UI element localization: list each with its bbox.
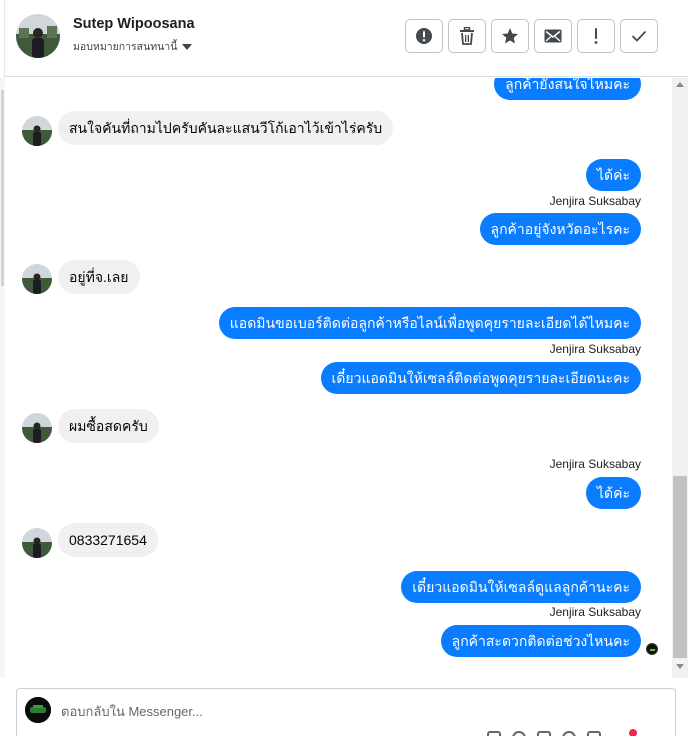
delete-button[interactable] <box>448 19 486 53</box>
action-toolbar <box>405 19 658 53</box>
attachment-icon[interactable] <box>487 731 501 736</box>
scroll-thumb[interactable] <box>673 476 687 658</box>
sender-name: Jenjira Suksabay <box>549 457 641 471</box>
message-bubble-incoming[interactable]: สนใจคันที่ถามไปครับคันละแสนวีโก้เอาไว้เข… <box>58 111 394 145</box>
sender-name: Jenjira Suksabay <box>549 342 641 356</box>
contact-avatar[interactable] <box>16 14 60 58</box>
sender-avatar[interactable] <box>22 116 52 146</box>
left-scroll-thumb[interactable] <box>1 90 4 286</box>
message-bubble-outgoing[interactable]: ได้ค่ะ <box>585 477 641 509</box>
gif-icon[interactable] <box>562 731 576 736</box>
star-button[interactable] <box>491 19 529 53</box>
page-avatar <box>25 697 51 723</box>
assign-conversation-dropdown[interactable]: มอบหมายการสนทนานี้ <box>73 38 193 55</box>
follow-up-button[interactable] <box>577 19 615 53</box>
trash-icon <box>459 27 475 45</box>
sender-avatar[interactable] <box>22 413 52 443</box>
sender-avatar[interactable] <box>22 264 52 294</box>
message-bubble-incoming[interactable]: ผมซื้อสดครับ <box>58 409 159 443</box>
message-bubble-outgoing[interactable]: ลูกค้าสะดวกติดต่อช่วงไหนคะ <box>440 625 641 657</box>
message-bubble-incoming[interactable]: 0833271654 <box>58 523 158 557</box>
message-bubble-outgoing[interactable]: ลูกค้ายังสนใจไหมคะ <box>494 78 641 100</box>
sender-name: Jenjira Suksabay <box>549 194 641 208</box>
image-icon[interactable] <box>537 731 551 736</box>
scroll-down-arrow-icon[interactable] <box>676 664 684 669</box>
message-bubble-outgoing[interactable]: แอดมินขอเบอร์ติดต่อลูกค้าหรือไลน์เพื่อพู… <box>218 307 641 339</box>
thread-scrollbar[interactable] <box>672 78 688 678</box>
left-divider <box>0 0 5 77</box>
exclamation-icon <box>593 27 599 45</box>
emoji-icon[interactable] <box>512 731 526 736</box>
mark-done-button[interactable] <box>620 19 658 53</box>
left-panel-scrollbar[interactable] <box>0 78 5 678</box>
message-bubble-outgoing[interactable]: ได้ค่ะ <box>585 159 641 191</box>
sender-name: Jenjira Suksabay <box>549 605 641 619</box>
assign-label: มอบหมายการสนทนานี้ <box>73 41 178 53</box>
check-icon <box>631 30 647 42</box>
seen-avatar-icon <box>646 643 658 655</box>
sender-avatar[interactable] <box>22 528 52 558</box>
message-bubble-outgoing[interactable]: เดี๋ยวแอดมินให้เซลล์ดูแลลูกค้านะคะ <box>401 571 641 603</box>
mark-spam-button[interactable] <box>405 19 443 53</box>
conversation-header: Sutep Wipoosana มอบหมายการสนทนานี้ <box>0 0 688 77</box>
alert-circle-icon <box>415 27 433 45</box>
composer-toolbar <box>487 731 601 736</box>
caret-down-icon <box>182 44 193 50</box>
mail-icon <box>544 29 562 43</box>
reply-composer <box>16 688 676 736</box>
mark-unread-button[interactable] <box>534 19 572 53</box>
saved-reply-icon[interactable] <box>587 731 601 736</box>
notification-dot <box>629 729 637 736</box>
star-icon <box>501 27 519 45</box>
contact-name[interactable]: Sutep Wipoosana <box>73 16 195 32</box>
message-thread[interactable]: ลูกค้ายังสนใจไหมคะ สนใจคันที่ถามไปครับคั… <box>0 78 672 678</box>
message-bubble-incoming[interactable]: อยู่ที่จ.เลย <box>58 260 140 294</box>
message-bubble-outgoing[interactable]: ลูกค้าอยู่จังหวัดอะไรคะ <box>479 213 641 245</box>
message-bubble-outgoing[interactable]: เดี๋ยวแอดมินให้เซลล์ติดต่อพูดคุยรายละเอี… <box>320 362 641 394</box>
reply-input[interactable] <box>61 702 621 720</box>
scroll-up-arrow-icon[interactable] <box>676 82 684 87</box>
